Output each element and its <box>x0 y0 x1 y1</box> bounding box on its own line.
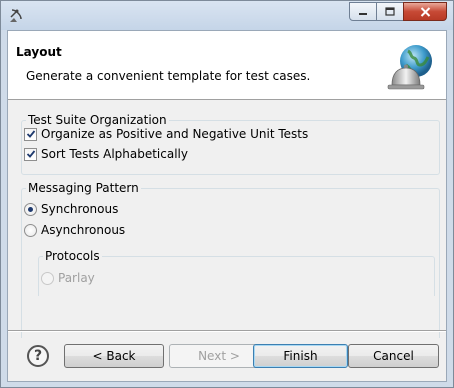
wizard-body: Test Suite Organization Organize as Posi… <box>8 101 446 338</box>
synchronous-radio[interactable]: Synchronous <box>24 202 118 216</box>
radio-label: Synchronous <box>41 202 119 216</box>
minimize-button[interactable] <box>349 2 377 21</box>
protocols-title: Protocols <box>43 249 102 263</box>
maximize-button[interactable] <box>376 2 404 21</box>
messaging-pattern-group: Messaging Pattern Synchronous Asynchrono… <box>21 181 440 338</box>
cancel-button[interactable]: Cancel <box>348 344 439 368</box>
checkbox-label: Sort Tests Alphabetically <box>41 147 188 161</box>
sort-alphabetically-checkbox[interactable]: Sort Tests Alphabetically <box>24 147 188 161</box>
wizard-client-area: Layout Generate a convenient template fo… <box>7 30 447 382</box>
radio-button[interactable] <box>41 271 54 285</box>
parlay-radio[interactable]: Parlay <box>41 271 95 285</box>
wizard-window: Layout Generate a convenient template fo… <box>0 0 454 388</box>
globe-service-bell-icon <box>387 45 432 90</box>
close-icon <box>420 6 430 17</box>
finish-button[interactable]: Finish <box>253 344 348 368</box>
radio-button[interactable] <box>24 223 37 237</box>
radio-label: Asynchronous <box>41 223 126 237</box>
back-button[interactable]: < Back <box>64 344 164 368</box>
checkbox-box[interactable] <box>24 147 37 161</box>
title-bar <box>1 1 453 30</box>
checkmark-icon <box>26 130 35 138</box>
test-suite-organization-title: Test Suite Organization <box>26 113 169 127</box>
checkbox-label: Organize as Positive and Negative Unit T… <box>41 127 309 141</box>
protocols-group: Protocols Parlay <box>38 249 435 296</box>
checkmark-icon <box>26 150 35 158</box>
radio-label: Parlay <box>58 271 95 285</box>
maximize-icon <box>385 7 395 16</box>
wizard-header: Layout Generate a convenient template fo… <box>8 31 446 100</box>
satellite-dish-icon <box>10 9 22 22</box>
radio-selected-dot <box>28 206 33 212</box>
page-description: Generate a convenient template for test … <box>26 69 311 83</box>
test-suite-organization-group: Test Suite Organization Organize as Posi… <box>21 113 440 175</box>
messaging-pattern-title: Messaging Pattern <box>26 181 141 195</box>
page-title: Layout <box>16 45 62 59</box>
footer-separator <box>8 330 446 332</box>
close-button[interactable] <box>403 2 447 21</box>
radio-button[interactable] <box>24 202 37 216</box>
minimize-icon <box>359 12 367 15</box>
organize-positive-negative-checkbox[interactable]: Organize as Positive and Negative Unit T… <box>24 127 308 141</box>
checkbox-box[interactable] <box>24 127 37 141</box>
help-button[interactable]: ? <box>27 345 49 367</box>
help-icon: ? <box>33 348 43 364</box>
asynchronous-radio[interactable]: Asynchronous <box>24 223 125 237</box>
